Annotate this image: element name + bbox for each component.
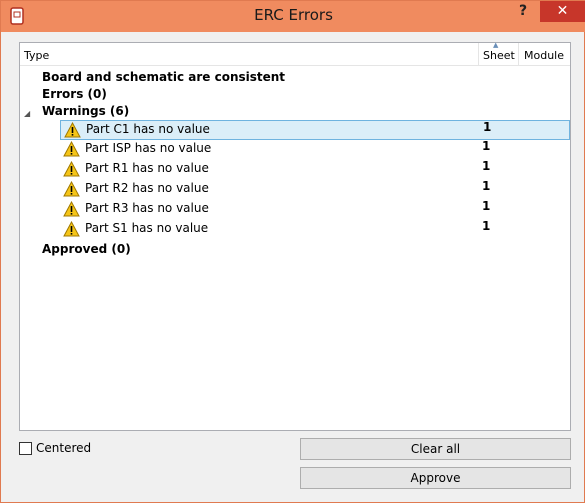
erc-tree-list[interactable]: Type ▲ Sheet Module Board and schematic … (19, 41, 571, 431)
sheet-value: 1 (482, 159, 491, 173)
warning-text: Part R2 has no value (85, 181, 209, 195)
warning-row[interactable]: Part S1 has no value 1 (60, 219, 570, 240)
warning-icon (64, 122, 81, 138)
centered-label: Centered (36, 441, 92, 455)
warning-text: Part S1 has no value (85, 221, 209, 235)
warning-icon (63, 221, 80, 237)
warning-text: Part R3 has no value (85, 201, 209, 215)
warning-row[interactable]: Part C1 has no value 1 (60, 120, 570, 140)
warning-row[interactable]: Part R1 has no value 1 (60, 159, 570, 180)
approve-button[interactable]: Approve (300, 467, 571, 489)
help-button[interactable]: ? (511, 3, 535, 23)
sort-arrow-icon: ▲ (493, 41, 499, 49)
column-separator[interactable] (518, 43, 519, 66)
warning-text: Part ISP has no value (85, 141, 212, 155)
column-type[interactable]: Type (24, 49, 49, 62)
tree-item-approved[interactable]: Approved (0) (42, 240, 131, 260)
dialog-body: Type ▲ Sheet Module Board and schematic … (9, 32, 578, 496)
title-bar[interactable]: ERC Errors ? ✕ (1, 1, 585, 32)
clear-all-button[interactable]: Clear all (300, 438, 571, 460)
sheet-value: 1 (482, 199, 491, 213)
window-title: ERC Errors (254, 6, 333, 24)
sheet-value: 1 (482, 219, 491, 233)
erc-errors-window: ERC Errors ? ✕ Type ▲ Sheet Module Board… (0, 0, 585, 503)
warning-row[interactable]: Part R3 has no value 1 (60, 199, 570, 220)
warning-text: Part R1 has no value (85, 161, 209, 175)
warning-row[interactable]: Part R2 has no value 1 (60, 179, 570, 200)
warning-icon (63, 161, 80, 177)
expand-arrow-icon[interactable]: ◢ (24, 109, 30, 118)
sheet-value: 1 (483, 120, 492, 134)
sheet-value: 1 (482, 179, 491, 193)
column-module[interactable]: Module (524, 49, 564, 62)
tree-item-warnings[interactable]: Warnings (6) (42, 102, 129, 122)
column-header: Type ▲ Sheet Module (20, 41, 570, 66)
warning-icon (63, 181, 80, 197)
warning-text: Part C1 has no value (86, 122, 210, 136)
column-sheet[interactable]: Sheet (483, 49, 515, 62)
sheet-value: 1 (482, 139, 491, 153)
warning-row[interactable]: Part ISP has no value 1 (60, 139, 570, 160)
column-separator[interactable] (478, 43, 479, 66)
warning-icon (63, 141, 80, 157)
warning-icon (63, 201, 80, 217)
close-button[interactable]: ✕ (540, 1, 585, 22)
centered-checkbox[interactable] (19, 442, 32, 455)
